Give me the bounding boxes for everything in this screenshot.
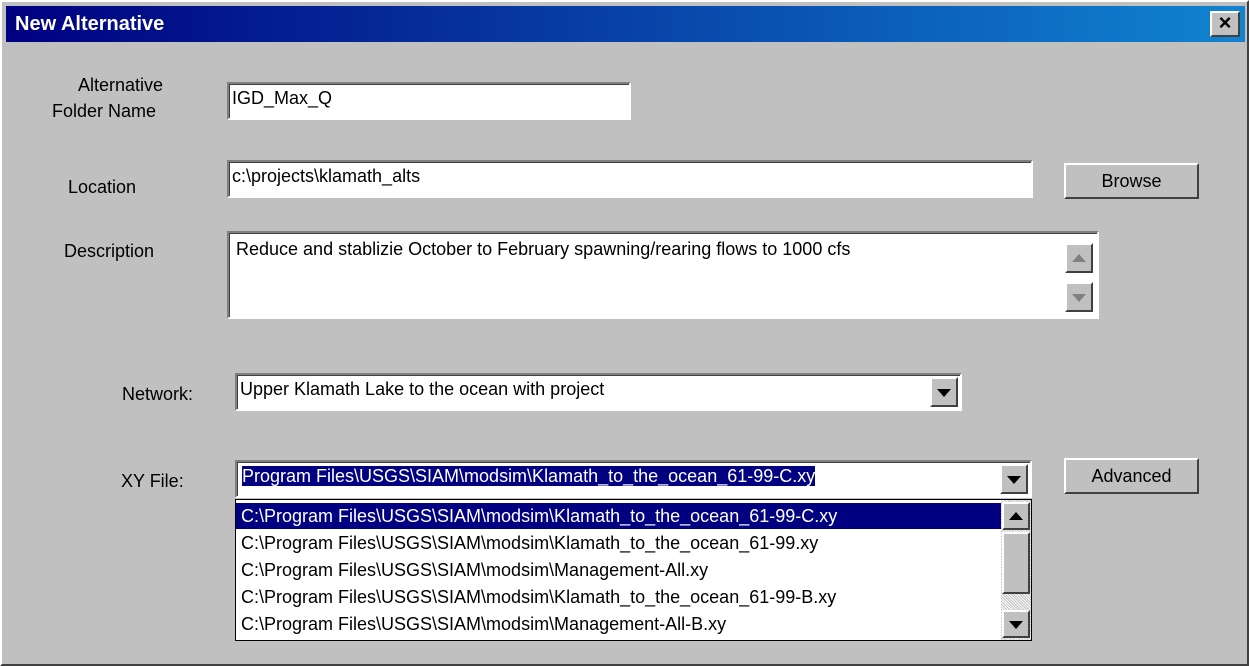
dropdown-scroll-up-button[interactable] (1002, 502, 1030, 530)
chevron-down-icon (1007, 476, 1021, 484)
list-item[interactable]: C:\Program Files\USGS\SIAM\modsim\Klamat… (236, 503, 1001, 529)
dropdown-scrollbar[interactable] (1001, 500, 1031, 640)
folder-name-label-line2: Folder Name (52, 101, 157, 121)
scroll-up-icon (1072, 254, 1086, 262)
location-input[interactable]: c:\projects\klamath_alts (227, 160, 1033, 198)
description-scroll-down-button[interactable] (1065, 282, 1093, 312)
advanced-button[interactable]: Advanced (1064, 458, 1199, 494)
network-selected-value: Upper Klamath Lake to the ocean with pro… (240, 379, 605, 399)
description-scroll-up-button[interactable] (1065, 243, 1093, 273)
chevron-down-icon (937, 389, 951, 397)
description-label: Description (64, 241, 155, 261)
description-textarea[interactable]: Reduce and stablizie October to February… (227, 231, 1099, 319)
folder-name-input[interactable]: IGD_Max_Q (227, 82, 631, 120)
network-dropdown-button[interactable] (930, 377, 958, 407)
browse-button[interactable]: Browse (1064, 163, 1199, 199)
scroll-up-icon (1009, 512, 1023, 520)
dropdown-scroll-thumb[interactable] (1002, 532, 1030, 594)
xy-file-select[interactable]: Program Files\USGS\SIAM\modsim\Klamath_t… (235, 460, 1032, 498)
list-item[interactable]: C:\Program Files\USGS\SIAM\modsim\Manage… (236, 611, 1001, 637)
network-label: Network: (122, 384, 194, 404)
close-button[interactable]: × (1210, 11, 1240, 37)
description-text: Reduce and stablizie October to February… (236, 239, 851, 259)
new-alternative-dialog: New Alternative × Alternative Folder Nam… (0, 0, 1249, 666)
network-select[interactable]: Upper Klamath Lake to the ocean with pro… (235, 373, 962, 411)
list-item[interactable]: C:\Program Files\USGS\SIAM\modsim\Manage… (236, 557, 1001, 583)
list-item[interactable]: C:\Program Files\USGS\SIAM\modsim\Klamat… (236, 530, 1001, 556)
list-item[interactable]: C:\Program Files\USGS\SIAM\modsim\Klamat… (236, 584, 1001, 610)
title-bar[interactable]: New Alternative × (6, 6, 1245, 42)
close-icon: × (1218, 10, 1232, 35)
xy-file-selected-value: Program Files\USGS\SIAM\modsim\Klamath_t… (242, 466, 816, 486)
xy-file-dropdown-button[interactable] (1000, 464, 1028, 494)
dialog-title: New Alternative (15, 13, 165, 35)
location-label: Location (68, 177, 137, 197)
xy-file-dropdown-list[interactable]: C:\Program Files\USGS\SIAM\modsim\Klamat… (235, 499, 1032, 641)
xy-file-label: XY File: (121, 471, 184, 491)
scroll-down-icon (1009, 621, 1023, 629)
scroll-down-icon (1072, 294, 1086, 302)
dropdown-scroll-down-button[interactable] (1002, 610, 1030, 638)
folder-name-label-line1: Alternative (78, 75, 164, 95)
